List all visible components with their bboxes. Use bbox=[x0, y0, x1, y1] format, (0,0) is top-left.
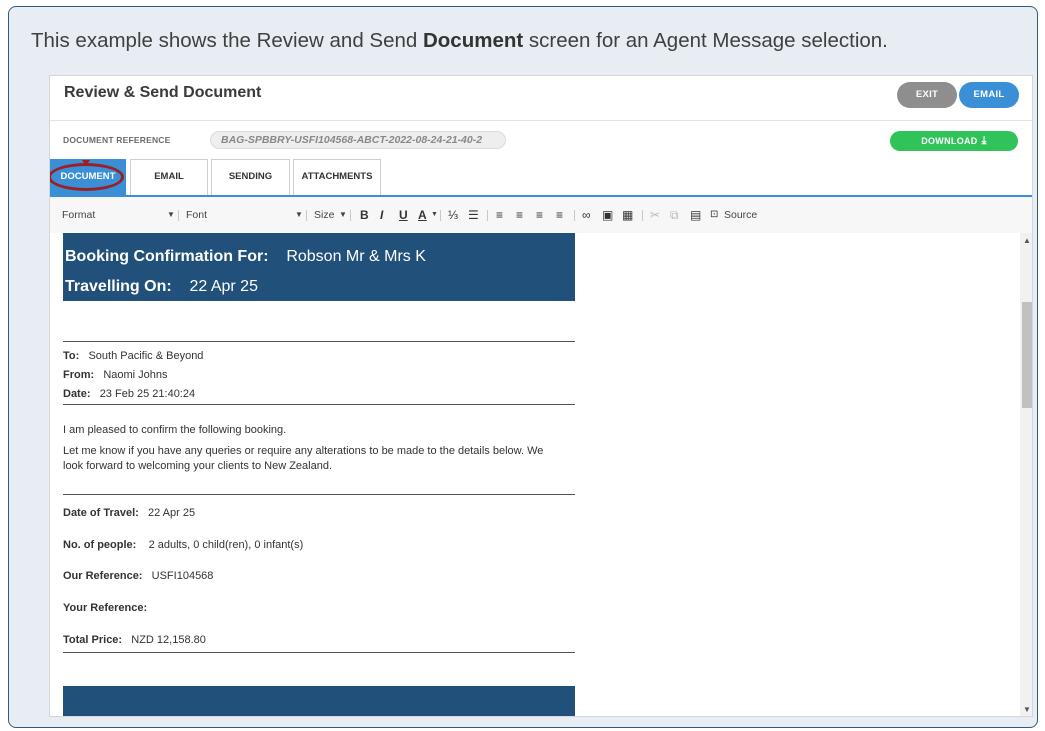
link-icon[interactable]: ∞ bbox=[582, 197, 591, 233]
divider-line bbox=[63, 341, 575, 342]
tab-email[interactable]: EMAIL bbox=[130, 159, 208, 195]
underline-icon[interactable]: U bbox=[399, 197, 408, 233]
total-price-row: Total Price: NZD 12,158.80 bbox=[63, 634, 206, 646]
justify-icon[interactable]: ≡ bbox=[556, 197, 563, 233]
toolbar-separator bbox=[642, 210, 643, 221]
exit-button[interactable]: EXIT bbox=[897, 82, 957, 108]
example-frame: This example shows the Review and Send D… bbox=[8, 6, 1038, 728]
total-price-value: NZD 12,158.80 bbox=[131, 634, 206, 646]
your-reference-row: Your Reference: bbox=[63, 602, 147, 614]
format-chevron-icon[interactable]: ▼ bbox=[167, 197, 175, 233]
caption-pre: This example shows the Review and Send bbox=[31, 29, 423, 52]
size-chevron-icon[interactable]: ▼ bbox=[339, 197, 347, 233]
scrollbar-thumb[interactable] bbox=[1022, 302, 1032, 408]
divider-line bbox=[63, 494, 575, 495]
source-button[interactable]: Source bbox=[724, 197, 757, 233]
caption-post: screen for an Agent Message selection. bbox=[523, 29, 888, 52]
font-dropdown[interactable]: Font bbox=[186, 197, 207, 233]
tab-attachments[interactable]: ATTACHMENTS bbox=[293, 159, 381, 195]
document-editor[interactable]: Booking Confirmation For: Robson Mr & Mr… bbox=[50, 233, 1032, 716]
divider-line bbox=[63, 404, 575, 405]
size-dropdown[interactable]: Size bbox=[314, 197, 334, 233]
your-reference-label: Your Reference: bbox=[63, 602, 148, 614]
from-label: From: bbox=[63, 369, 95, 381]
from-row: From: Naomi Johns bbox=[63, 369, 168, 381]
review-send-panel: Review & Send Document EXIT EMAIL DOCUME… bbox=[49, 75, 1033, 717]
bullet-list-icon[interactable]: ☰ bbox=[468, 197, 479, 233]
text-color-chevron-icon[interactable]: ▼ bbox=[431, 197, 438, 233]
vertical-scrollbar[interactable]: ▲ ▼ bbox=[1020, 233, 1032, 716]
booking-for-value: Robson Mr & Mrs K bbox=[286, 248, 426, 265]
font-chevron-icon[interactable]: ▼ bbox=[295, 197, 303, 233]
date-value: 23 Feb 25 21:40:24 bbox=[99, 388, 196, 400]
download-button[interactable]: DOWNLOAD ⤓ bbox=[890, 131, 1018, 151]
toolbar-separator bbox=[574, 210, 575, 221]
to-value: South Pacific & Beyond bbox=[88, 350, 204, 362]
toolbar-separator bbox=[306, 210, 307, 221]
text-color-icon[interactable]: A bbox=[418, 197, 427, 233]
alterations-paragraph-line2: look forward to welcoming your clients t… bbox=[63, 460, 333, 472]
our-reference-row: Our Reference: USFI104568 bbox=[63, 570, 213, 582]
page-title: Review & Send Document bbox=[64, 84, 262, 101]
intro-paragraph: I am pleased to confirm the following bo… bbox=[63, 424, 287, 436]
divider-line bbox=[63, 652, 575, 653]
header-divider bbox=[50, 120, 1032, 121]
toolbar-separator bbox=[487, 210, 488, 221]
date-of-travel-value: 22 Apr 25 bbox=[147, 507, 196, 519]
bold-icon[interactable]: B bbox=[360, 197, 369, 233]
align-right-icon[interactable]: ≡ bbox=[536, 197, 543, 233]
copy-icon[interactable]: ⧉ bbox=[670, 197, 679, 233]
scroll-down-icon[interactable]: ▼ bbox=[1023, 705, 1031, 714]
booking-for-label: Booking Confirmation For: bbox=[65, 248, 269, 265]
our-reference-value: USFI104568 bbox=[151, 570, 214, 582]
align-center-icon[interactable]: ≡ bbox=[516, 197, 523, 233]
download-icon: ⤓ bbox=[981, 135, 987, 147]
date-of-travel-label: Date of Travel: bbox=[63, 507, 139, 519]
italic-icon[interactable]: I bbox=[380, 197, 383, 233]
confirmation-banner: Booking Confirmation For: Robson Mr & Mr… bbox=[63, 233, 575, 301]
table-icon[interactable]: ▦ bbox=[622, 197, 633, 233]
document-reference-field[interactable]: BAG-SPBBRY-USFI104568-ABCT-2022-08-24-21… bbox=[210, 131, 506, 149]
align-left-icon[interactable]: ≡ bbox=[496, 197, 503, 233]
numbered-list-icon[interactable]: ⅓ bbox=[448, 197, 458, 233]
tab-sending[interactable]: SENDING bbox=[211, 159, 290, 195]
alterations-paragraph-line1: Let me know if you have any queries or r… bbox=[63, 445, 544, 457]
date-of-travel-row: Date of Travel: 22 Apr 25 bbox=[63, 507, 195, 519]
caption-bold: Document bbox=[422, 29, 524, 52]
toolbar-separator bbox=[440, 210, 441, 221]
total-price-label: Total Price: bbox=[63, 634, 123, 646]
people-value: 2 adults, 0 child(ren), 0 infant(s) bbox=[148, 539, 304, 551]
email-button[interactable]: EMAIL bbox=[959, 82, 1019, 108]
cut-icon[interactable]: ✂ bbox=[650, 197, 660, 233]
to-label: To: bbox=[63, 350, 80, 362]
download-label: DOWNLOAD bbox=[921, 136, 978, 146]
people-label: No. of people: bbox=[63, 539, 137, 551]
to-row: To: South Pacific & Beyond bbox=[63, 350, 203, 362]
editor-toolbar: Format ▼ Font ▼ Size ▼ B I U A ▼ ⅓ ☰ ≡ ≡… bbox=[50, 197, 1032, 234]
travelling-on-value: 22 Apr 25 bbox=[189, 278, 258, 295]
our-reference-label: Our Reference: bbox=[63, 570, 143, 582]
date-row: Date: 23 Feb 25 21:40:24 bbox=[63, 388, 195, 400]
travelling-on-label: Travelling On: bbox=[65, 278, 172, 295]
banner-line-booking: Booking Confirmation For: Robson Mr & Mr… bbox=[65, 248, 426, 266]
highlight-pointer bbox=[82, 160, 90, 166]
document-reference-label: DOCUMENT REFERENCE bbox=[63, 135, 171, 145]
paste-icon[interactable]: ▤ bbox=[690, 197, 701, 233]
source-icon[interactable]: ⊡ bbox=[710, 197, 718, 233]
caption-text: This example shows the Review and Send D… bbox=[31, 29, 888, 53]
next-section-banner bbox=[63, 686, 575, 716]
people-row: No. of people: 2 adults, 0 child(ren), 0… bbox=[63, 539, 303, 551]
date-label: Date: bbox=[63, 388, 91, 400]
image-icon[interactable]: ▣ bbox=[602, 197, 613, 233]
toolbar-separator bbox=[350, 210, 351, 221]
format-dropdown[interactable]: Format bbox=[62, 197, 95, 233]
scroll-up-icon[interactable]: ▲ bbox=[1023, 236, 1031, 245]
from-value: Naomi Johns bbox=[103, 369, 168, 381]
toolbar-separator bbox=[178, 210, 179, 221]
banner-line-travelling: Travelling On: 22 Apr 25 bbox=[65, 278, 258, 296]
